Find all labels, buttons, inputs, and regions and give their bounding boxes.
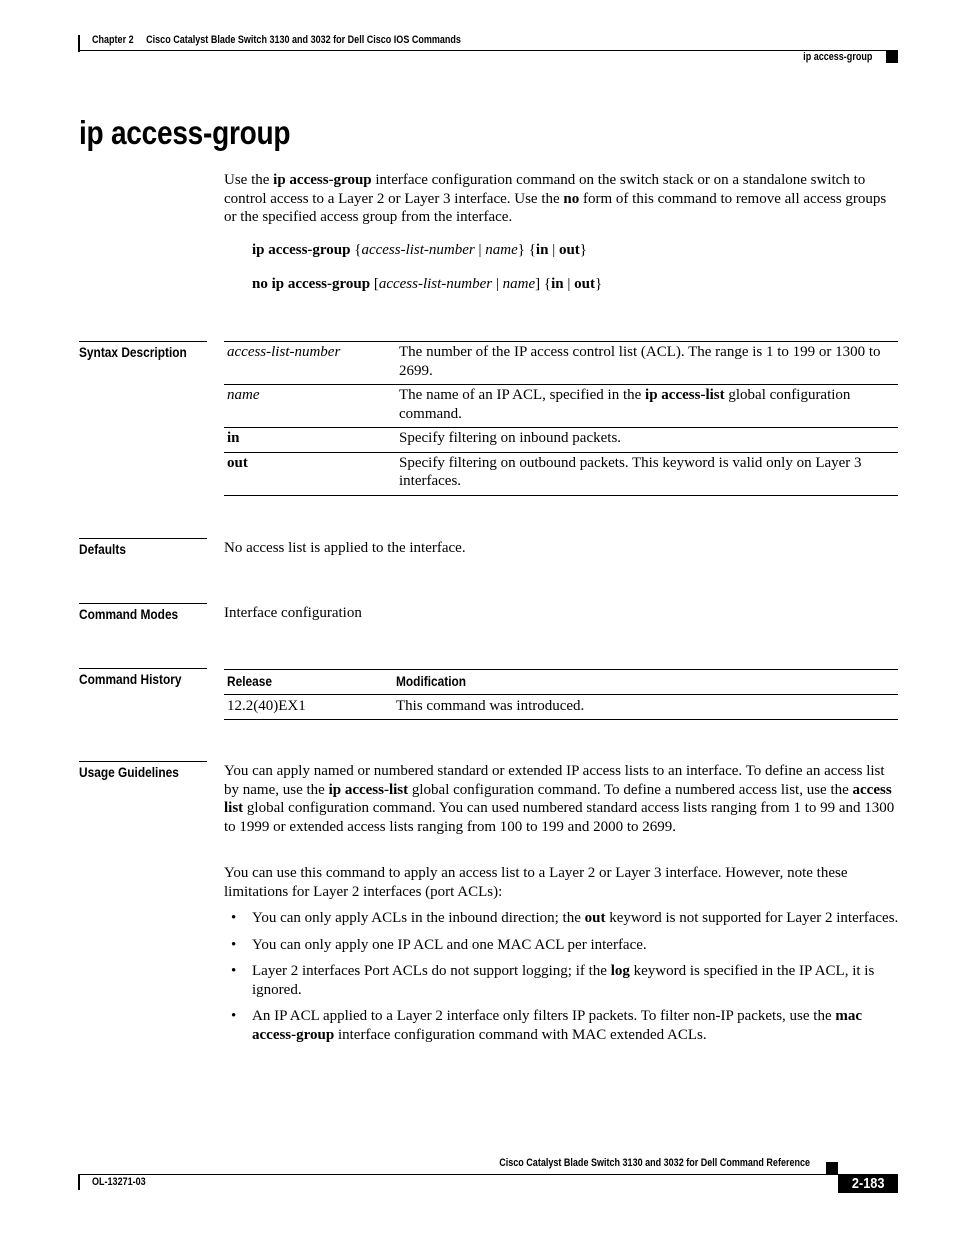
list-item: • An IP ACL applied to a Layer 2 interfac… [231,1008,863,1043]
syntax-description-table: access-list-number The number of the IP … [224,341,898,496]
description-cell: The name of an IP ACL, specified in the … [396,384,898,428]
term-cell: name [224,384,396,428]
header-chapter: Chapter 2 Cisco Catalyst Blade Switch 31… [92,34,461,46]
description-cell: Specify filtering on outbound packets. T… [396,451,898,496]
header-section: ip access-group [802,51,872,63]
table-row: access-list-number The number of the IP … [224,341,898,385]
list-item: • You can only apply ACLs in the inbound … [231,910,899,926]
description-cell: Specify filtering on inbound packets. [396,427,898,452]
defaults-text: No access list is applied to the interfa… [224,540,466,556]
list-item: • Layer 2 interfaces Port ACLs do not sup… [231,963,875,998]
footer-rule [78,1174,898,1175]
no-keyword: no [563,190,580,207]
bullet-icon: • [231,910,237,926]
intro-paragraph: Use the ip access-group interface config… [224,172,887,225]
command-history-table: Release Modification 12.2(40)EX1 This co… [224,669,898,720]
release-header: Release [224,669,393,695]
term-cell: access-list-number [224,341,396,385]
term-cell: in [224,427,396,452]
syntax-description-label: Syntax Description [79,341,207,360]
command-keyword: ip access-group [273,172,372,188]
command-history-label: Command History [79,668,207,687]
table-row: 12.2(40)EX1 This command was introduced. [224,694,898,720]
table-row: in Specify filtering on inbound packets. [224,427,898,452]
footer-rule-vertical [78,1174,80,1190]
table-row: name The name of an IP ACL, specified in… [224,384,898,428]
modification-cell: This command was introduced. [393,694,898,720]
header-rule [78,50,898,51]
bullet-icon: • [231,1008,237,1024]
footer-doc-number: OL-13271-03 [92,1176,146,1188]
command-modes-text: Interface configuration [224,605,362,621]
footer-book-title: Cisco Catalyst Blade Switch 3130 and 303… [499,1157,810,1169]
table-row: out Specify filtering on outbound packet… [224,451,898,496]
modification-header: Modification [393,669,898,695]
no-syntax-line: no ip access-group [access-list-number |… [252,276,603,292]
page-title: ip access-group [79,114,291,151]
description-cell: The number of the IP access control list… [396,341,898,385]
usage-guidelines-label: Usage Guidelines [79,761,207,780]
command-modes-label: Command Modes [79,603,207,622]
header-marker-block [886,51,898,63]
bullet-icon: • [231,963,237,979]
page-number: 2-183 [838,1174,898,1193]
chapter-title: Cisco Catalyst Blade Switch 3130 and 303… [146,34,461,46]
footer-marker-block [826,1162,838,1174]
term-cell: out [224,451,396,496]
usage-paragraph-2: You can use this command to apply an acc… [224,865,848,900]
usage-paragraph-1: You can apply named or numbered standard… [224,763,895,835]
list-item: • You can only apply one IP ACL and one M… [231,936,647,953]
syntax-line: ip access-group {access-list-number | na… [252,242,587,258]
bullet-icon: • [231,936,237,953]
table-header-row: Release Modification [224,669,898,695]
limitations-list: • You can only apply ACLs in the inbound … [224,909,899,1052]
release-cell: 12.2(40)EX1 [224,694,393,720]
chapter-number: Chapter 2 [92,34,134,46]
defaults-label: Defaults [79,538,207,557]
